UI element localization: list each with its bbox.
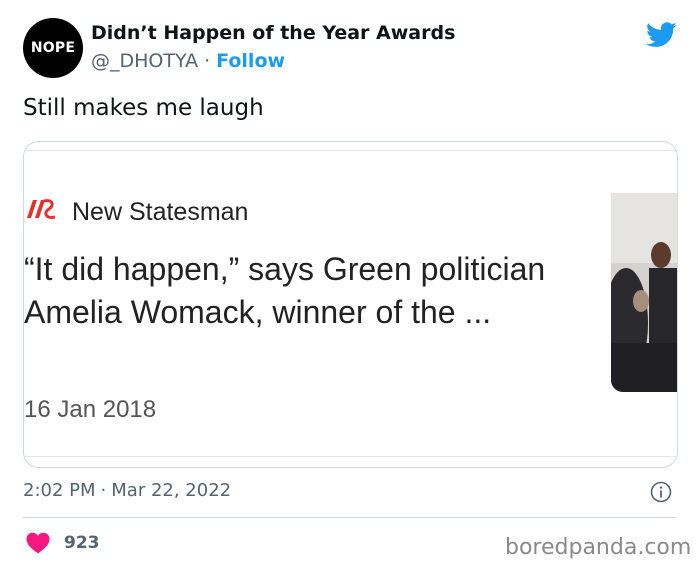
handle-row: @_DHOTYA · Follow	[91, 50, 285, 72]
heart-icon[interactable]	[26, 532, 50, 554]
card-thumbnail-image	[611, 193, 677, 392]
new-statesman-logo-icon	[24, 197, 58, 221]
user-handle[interactable]: @_DHOTYA	[91, 50, 198, 72]
like-count: 923	[64, 533, 100, 553]
follow-button[interactable]: Follow	[216, 50, 285, 72]
handle-separator: ·	[204, 50, 211, 72]
tweet-text: Still makes me laugh	[23, 95, 264, 121]
display-name[interactable]: Didn’t Happen of the Year Awards	[91, 22, 455, 44]
tweet-timestamp[interactable]: 2:02 PM · Mar 22, 2022	[23, 480, 231, 501]
avatar-text: NOPE	[30, 40, 76, 56]
card-date: 16 Jan 2018	[24, 396, 157, 423]
twitter-bird-icon[interactable]	[646, 22, 677, 48]
avatar[interactable]: NOPE	[23, 18, 83, 78]
info-icon[interactable]	[650, 481, 672, 503]
watermark: boredpanda.com	[505, 535, 692, 560]
link-preview-card[interactable]: New Statesman “It did happen,” says Gree…	[23, 141, 678, 468]
tweet-time: 2:02 PM	[23, 480, 96, 501]
card-screenshot: New Statesman “It did happen,” says Gree…	[24, 150, 677, 457]
timestamp-separator: ·	[100, 480, 107, 501]
tweet-date: Mar 22, 2022	[111, 480, 232, 501]
card-source-name: New Statesman	[72, 198, 249, 226]
divider	[23, 517, 676, 518]
card-headline: “It did happen,” says Green politician A…	[24, 251, 546, 330]
